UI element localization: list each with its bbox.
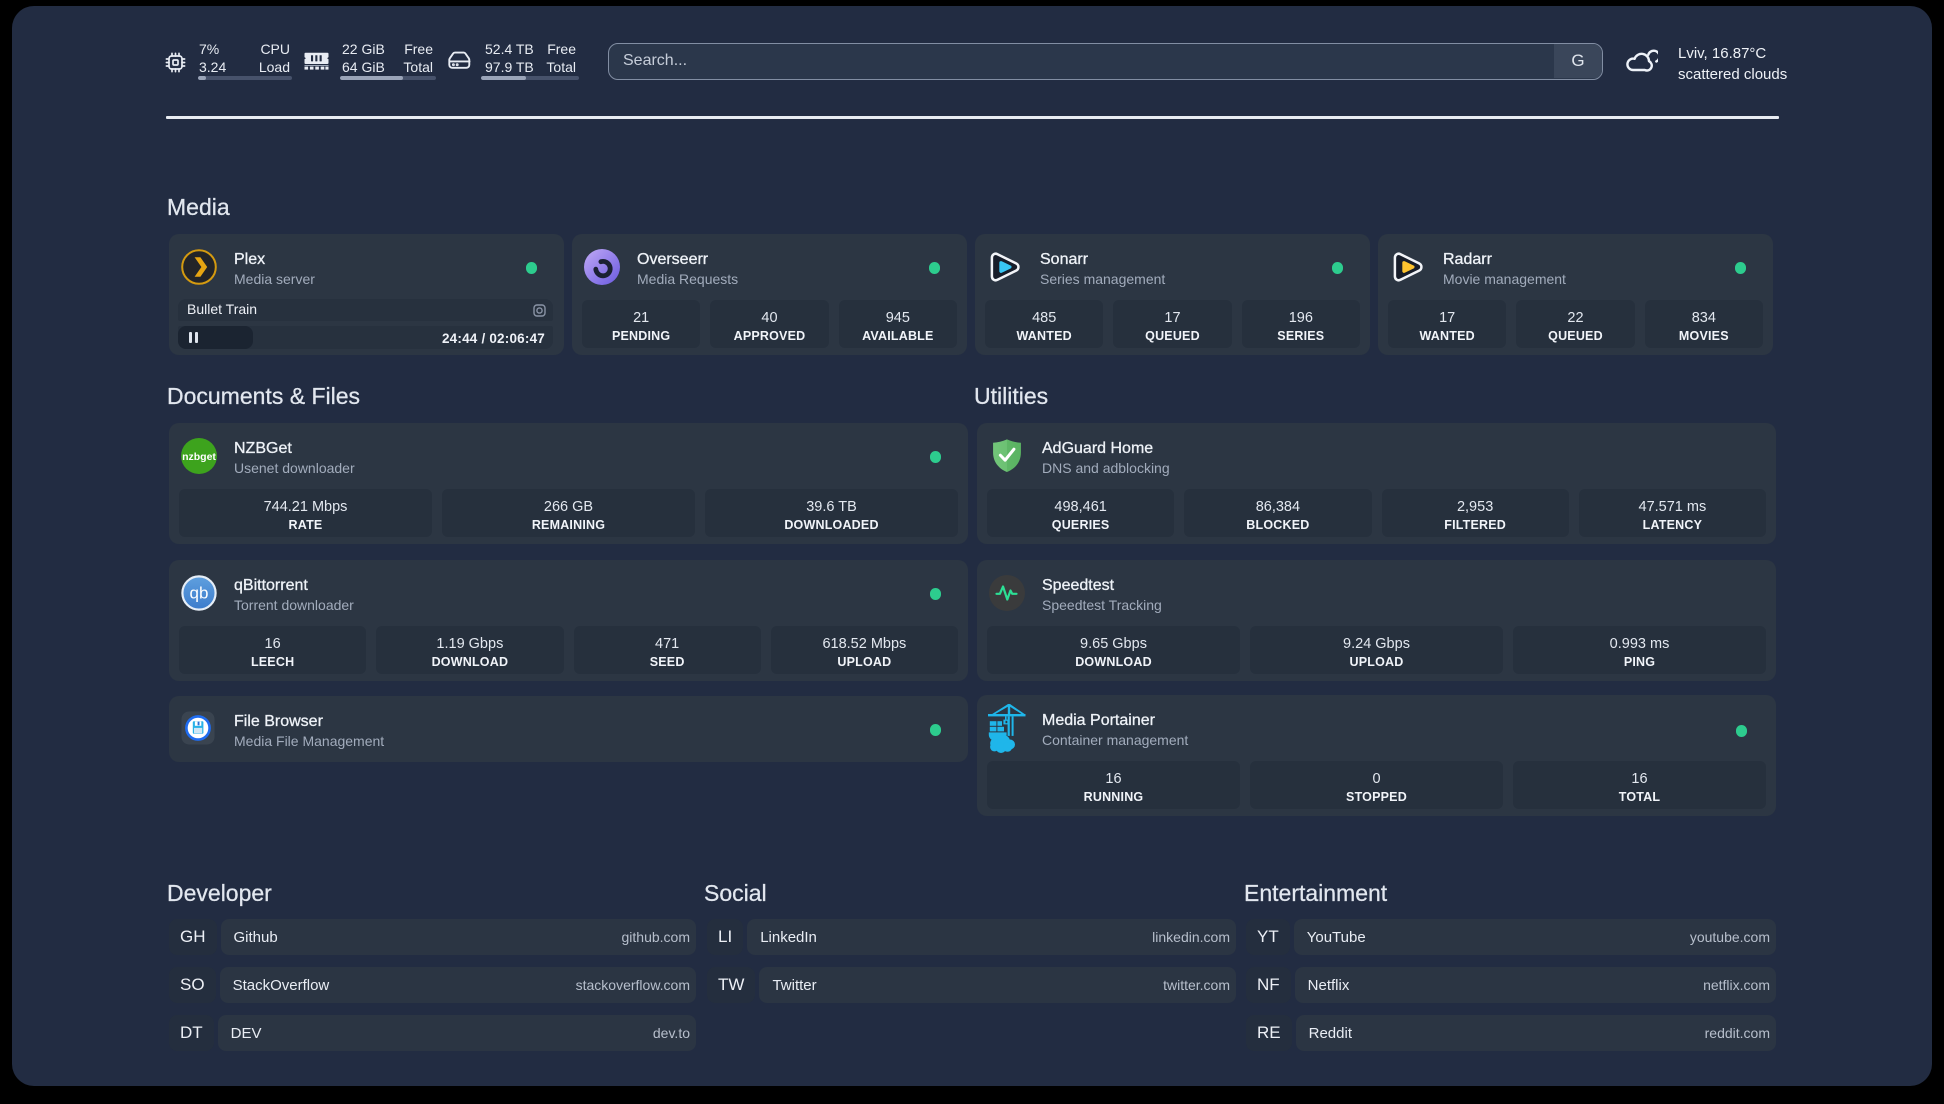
svg-text:qb: qb (190, 584, 209, 603)
svg-text:nzbget: nzbget (182, 451, 216, 463)
